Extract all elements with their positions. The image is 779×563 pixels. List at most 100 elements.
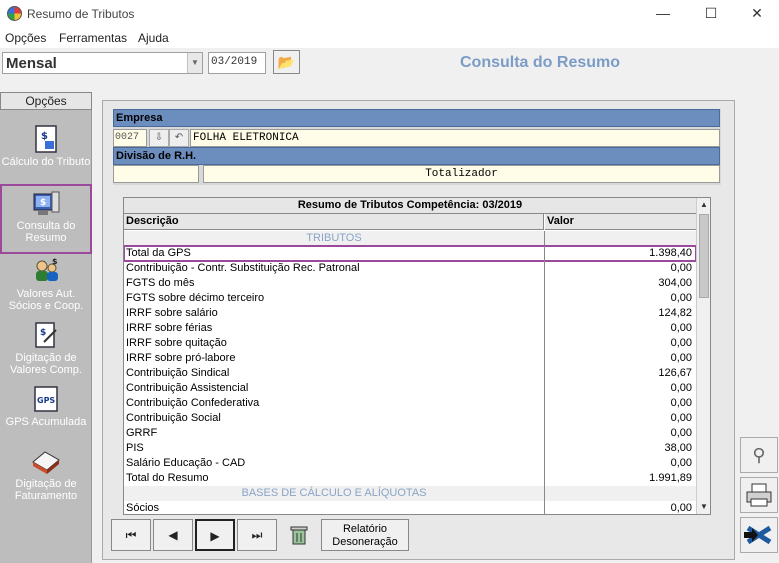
menu-opcoes[interactable]: Opções (5, 31, 46, 45)
delete-button[interactable] (281, 519, 317, 551)
sidebar-item-faturamento[interactable]: Digitação de Faturamento (0, 446, 92, 502)
menu-bar: Opções Ferramentas Ajuda (0, 28, 779, 48)
folder-icon: 📂 (277, 54, 296, 70)
sidebar-item-valores[interactable]: $ Valores Aut. Sócios e Coop. (0, 256, 92, 312)
maximize-button[interactable]: ☐ (688, 0, 734, 28)
row-description: Contribuição Sindical (126, 367, 230, 379)
last-record-button[interactable]: ⏭ (237, 519, 277, 551)
minimize-button[interactable]: — (640, 0, 686, 28)
division-label: Divisão de R.H. (113, 147, 720, 165)
next-record-button[interactable]: ▶ (195, 519, 235, 551)
row-value: 0,00 (670, 427, 692, 439)
row-description: IRRF sobre férias (126, 322, 213, 334)
open-folder-button[interactable]: 📂 (273, 50, 300, 74)
previous-record-button[interactable]: ◀ (153, 519, 193, 551)
division-code-field[interactable] (113, 165, 199, 183)
title-bar: Resumo de Tributos — ☐ ✕ (0, 0, 779, 28)
table-row[interactable]: IRRF sobre férias 0,00 (124, 321, 696, 336)
printer-icon (746, 483, 772, 507)
table-row[interactable]: IRRF sobre salário 124,82 (124, 306, 696, 321)
table-row[interactable]: Salário Educação - CAD 0,00 (124, 456, 696, 471)
section-label: TRIBUTOS (306, 232, 362, 244)
scroll-up-icon[interactable]: ▲ (697, 198, 710, 212)
row-description: GRRF (126, 427, 158, 439)
table-row[interactable]: FGTS sobre décimo terceiro 0,00 (124, 291, 696, 306)
section-row: TRIBUTOS (124, 231, 696, 246)
column-header-description[interactable]: Descrição (124, 214, 544, 230)
first-record-button[interactable]: ⏮ (111, 519, 151, 551)
table-row[interactable]: FGTS do mês 304,00 (124, 276, 696, 291)
table-row[interactable]: Contribuição - Contr. Substituição Rec. … (124, 261, 696, 276)
scroll-down-icon[interactable]: ▼ (697, 500, 710, 514)
sidebar-item-digitacao-valores[interactable]: $ Digitação de Valores Comp. (0, 320, 92, 376)
sidebar-item-calculo[interactable]: $ Cálculo do Tributo (0, 124, 92, 168)
column-header-value[interactable]: Valor (545, 214, 696, 230)
summary-rows: TRIBUTOS Total da GPS 1.398,40 Contribui… (124, 231, 697, 514)
app-icon (7, 6, 22, 21)
row-description: IRRF sobre pró-labore (126, 352, 236, 364)
navigation-bar: ⏮ ◀ ▶ ⏭ Relatório Desoneração (105, 519, 409, 553)
period-select[interactable]: Mensal ▼ (2, 52, 203, 74)
menu-ajuda[interactable]: Ajuda (138, 31, 169, 45)
row-value: 0,00 (670, 412, 692, 424)
sidebar-item-gps[interactable]: GPS GPS Acumulada (0, 384, 92, 428)
row-value: 0,00 (670, 352, 692, 364)
first-icon: ⏮ (125, 528, 137, 542)
table-row[interactable]: Contribuição Confederativa 0,00 (124, 396, 696, 411)
close-button[interactable]: ✕ (734, 0, 779, 28)
table-row[interactable]: PIS 38,00 (124, 441, 696, 456)
report-desoneracao-button[interactable]: Relatório Desoneração (321, 519, 409, 551)
table-row[interactable]: Total da GPS 1.398,40 (124, 245, 697, 262)
toolbar: Mensal ▼ 03/2019 📂 Consulta do Resumo (0, 48, 779, 78)
table-row[interactable]: Sócios 0,00 (124, 501, 696, 514)
competence-date-input[interactable]: 03/2019 (208, 52, 266, 74)
row-value: 126,67 (658, 367, 692, 379)
row-value: 0,00 (670, 262, 692, 274)
menu-ferramentas[interactable]: Ferramentas (59, 31, 127, 45)
chevron-down-icon[interactable]: ▼ (187, 53, 202, 73)
scroll-thumb[interactable] (699, 214, 709, 298)
row-description: FGTS sobre décimo terceiro (126, 292, 265, 304)
table-row[interactable]: Contribuição Assistencial 0,00 (124, 381, 696, 396)
company-label: Empresa (113, 109, 720, 127)
row-value: 304,00 (658, 277, 692, 289)
sidebar-item-label: Digitação de Faturamento (14, 478, 78, 502)
table-row[interactable]: GRRF 0,00 (124, 426, 696, 441)
table-row[interactable]: IRRF sobre quitação 0,00 (124, 336, 696, 351)
summary-title: Resumo de Tributos Competência: 03/2019 (124, 198, 696, 214)
company-code-field[interactable]: 0027 (113, 129, 147, 147)
table-row[interactable]: IRRF sobre pró-labore 0,00 (124, 351, 696, 366)
search-people-button[interactable]: ⚲ (740, 437, 778, 473)
row-value: 38,00 (664, 442, 692, 454)
row-description: Contribuição Confederativa (126, 397, 260, 409)
row-description: Contribuição - Contr. Substituição Rec. … (126, 262, 360, 274)
company-panel: Empresa 0027 ⇩ ↶ FOLHA ELETRONICA Divisã… (113, 109, 721, 185)
row-value: 0,00 (670, 382, 692, 394)
division-name-field[interactable]: Totalizador (203, 165, 720, 183)
sidebar-item-label: GPS Acumulada (5, 416, 87, 428)
edit-document-icon: $ (35, 322, 57, 348)
row-value: 0,00 (670, 322, 692, 334)
exit-button[interactable] (740, 517, 778, 553)
row-value: 0,00 (670, 502, 692, 514)
column-divider (544, 486, 545, 501)
computer-query-icon: $ (33, 191, 60, 215)
download-icon[interactable]: ⇩ (149, 129, 169, 147)
window-title: Resumo de Tributos (27, 7, 135, 21)
sidebar-item-consulta[interactable]: $ Consulta do Resumo (0, 184, 92, 254)
undo-icon[interactable]: ↶ (169, 129, 189, 147)
table-row[interactable]: Contribuição Social 0,00 (124, 411, 696, 426)
row-value: 1.398,40 (649, 247, 692, 259)
section-label: BASES DE CÁLCULO E ALÍQUOTAS (241, 487, 427, 499)
company-name-field[interactable]: FOLHA ELETRONICA (190, 129, 720, 147)
screen-title: Consulta do Resumo (460, 54, 621, 71)
period-value: Mensal (6, 55, 57, 72)
sidebar: Opções $ Cálculo do Tributo $ Consulta d… (0, 92, 92, 563)
row-value: 1.991,89 (649, 472, 692, 484)
sidebar-item-label: Consulta do Resumo (16, 220, 76, 244)
table-row[interactable]: Total do Resumo 1.991,89 (124, 471, 696, 486)
row-description: Total da GPS (126, 247, 191, 259)
print-button[interactable] (740, 477, 778, 513)
vertical-scrollbar[interactable]: ▲ ▼ (696, 198, 710, 514)
table-row[interactable]: Contribuição Sindical 126,67 (124, 366, 696, 381)
